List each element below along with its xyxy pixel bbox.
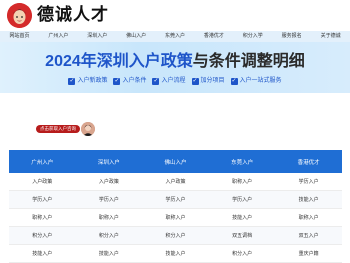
table-cell-link[interactable]: 技能入户: [275, 190, 342, 209]
table-cell-link[interactable]: 积分入户: [208, 244, 276, 263]
table-cell-link[interactable]: 入户政策: [75, 173, 143, 191]
column-header-dongguan[interactable]: 东莞入户: [208, 150, 276, 173]
table-cell-link[interactable]: 积分入户: [9, 226, 76, 245]
consult-widget: 点击获取入户咨询: [36, 122, 95, 136]
column-header-guangzhou[interactable]: 广州入户: [9, 150, 76, 173]
table-cell-link[interactable]: 职称入户: [275, 208, 342, 227]
logo-icon[interactable]: [7, 3, 32, 28]
nav-item-signup[interactable]: 服务报名: [272, 31, 311, 42]
table-cell-link[interactable]: 职称入户: [208, 173, 276, 191]
table-cell-link[interactable]: 技能入户: [142, 244, 209, 263]
table-cell-link[interactable]: 学历入户: [142, 190, 209, 209]
nav-item-guangzhou[interactable]: 广州入户: [39, 31, 78, 42]
table-cell-link[interactable]: 学历入户: [208, 190, 276, 209]
main-nav: 网站首页 广州入户 深圳入户 佛山入户 东莞入户 香港优才 积分入学 服务报名 …: [0, 31, 350, 42]
banner-year: 2024年: [45, 53, 97, 70]
banner-tag: ✓ 入户流程: [152, 77, 186, 86]
banner-tag: ✓ 加分项目: [191, 77, 225, 86]
table-cell-link[interactable]: 入户政策: [9, 173, 76, 191]
check-icon: ✓: [68, 78, 76, 85]
column-header-foshan[interactable]: 佛山入户: [142, 150, 209, 173]
table-cell-link[interactable]: 积分入户: [142, 226, 209, 245]
nav-item-foshan[interactable]: 佛山入户: [117, 31, 156, 42]
region-table: 广州入户 深圳入户 佛山入户 东莞入户 香港优才 入户政策 入户政策 入户政策 …: [9, 150, 342, 263]
brand-name[interactable]: 德诚人才: [37, 5, 109, 25]
table-cell-link[interactable]: 职称入户: [9, 208, 76, 227]
banner-tag-label: 入户条件: [122, 78, 147, 84]
banner-tag-label: 入户一站式服务: [239, 78, 282, 84]
banner-tag: ✓ 入户一站式服务: [230, 77, 282, 86]
check-icon: ✓: [152, 78, 160, 85]
table-cell-link[interactable]: 技能入户: [75, 244, 143, 263]
table-cell-link[interactable]: 入户政策: [142, 173, 209, 191]
banner-tags: ✓ 入户新政策 ✓ 入户条件 ✓ 入户流程 ✓ 加分项目 ✓ 入户一站式服务: [0, 77, 350, 86]
nav-item-shenzhen[interactable]: 深圳入户: [78, 31, 117, 42]
table-cell-link[interactable]: 双五调档: [208, 226, 276, 245]
banner-tag-label: 加分项目: [200, 78, 225, 84]
banner-title: 2024年深圳入户政策与条件调整明细: [0, 52, 350, 72]
banner-highlight: 深圳入户政策: [96, 53, 193, 70]
banner-tag: ✓ 入户新政策: [68, 77, 107, 86]
nav-item-home[interactable]: 网站首页: [0, 31, 39, 42]
table-cell-link[interactable]: 职称入户: [142, 208, 209, 227]
banner-tag-label: 入户新政策: [77, 78, 108, 84]
table-row: 技能入户 技能入户 技能入户 积分入户 重庆户籍: [9, 244, 342, 263]
nav-item-about[interactable]: 关于德诚: [311, 31, 350, 42]
table-header-row: 广州入户 深圳入户 佛山入户 东莞入户 香港优才: [9, 150, 342, 173]
table-row: 入户政策 入户政策 入户政策 职称入户 学历入户: [9, 173, 342, 191]
check-icon: ✓: [191, 78, 199, 85]
table-row: 积分入户 积分入户 积分入户 双五调档 双五入户: [9, 226, 342, 245]
table-cell-link[interactable]: 职称入户: [75, 208, 143, 227]
avatar[interactable]: [81, 122, 95, 136]
banner-tag-label: 入户流程: [161, 78, 186, 84]
table-cell-link[interactable]: 重庆户籍: [275, 244, 342, 263]
table-cell-link[interactable]: 学历入户: [75, 190, 143, 209]
consult-button[interactable]: 点击获取入户咨询: [36, 125, 80, 133]
site-header: 德诚人才: [0, 0, 350, 31]
banner-rest: 与条件调整明细: [192, 53, 305, 70]
table-cell-link[interactable]: 积分入户: [75, 226, 143, 245]
check-icon: ✓: [113, 78, 121, 85]
table-cell-link[interactable]: 技能入户: [9, 244, 76, 263]
banner-tag: ✓ 入户条件: [113, 77, 146, 86]
table-cell-link[interactable]: 学历入户: [9, 190, 76, 209]
hero-banner[interactable]: 2024年深圳入户政策与条件调整明细 ✓ 入户新政策 ✓ 入户条件 ✓ 入户流程 ✓ 加…: [0, 42, 350, 93]
column-header-hongkong[interactable]: 香港优才: [275, 150, 342, 173]
check-icon: ✓: [230, 78, 238, 85]
table-cell-link[interactable]: 技能入户: [208, 208, 276, 227]
nav-item-hongkong[interactable]: 香港优才: [194, 31, 233, 42]
table-row: 学历入户 学历入户 学历入户 学历入户 技能入户: [9, 190, 342, 209]
table-cell-link[interactable]: 双五入户: [275, 226, 342, 245]
nav-item-dongguan[interactable]: 东莞入户: [156, 31, 195, 42]
column-header-shenzhen[interactable]: 深圳入户: [75, 150, 143, 173]
table-cell-link[interactable]: 学历入户: [275, 173, 342, 191]
nav-item-school[interactable]: 积分入学: [233, 31, 272, 42]
table-row: 职称入户 职称入户 职称入户 技能入户 职称入户: [9, 208, 342, 227]
